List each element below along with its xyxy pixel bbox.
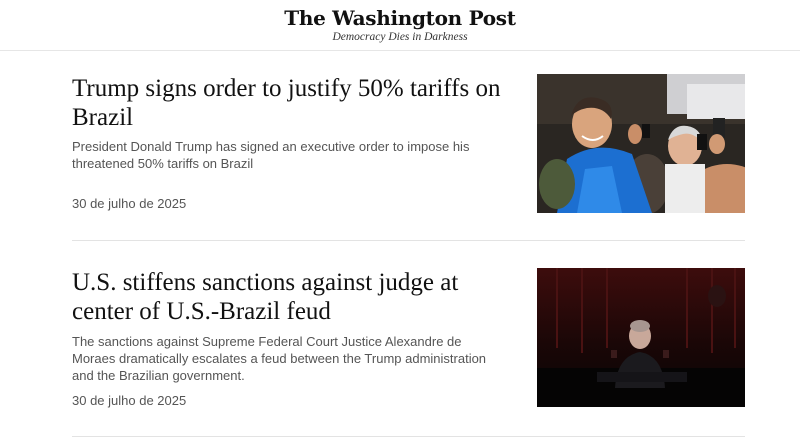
article-card: U.S. stiffens sanctions against judge at… — [72, 268, 745, 408]
article-summary: President Donald Trump has signed an exe… — [72, 139, 470, 171]
article-divider — [72, 436, 745, 437]
site-logo[interactable]: The Washington Post — [0, 5, 800, 31]
article-headline[interactable]: Trump signs order to justify 50% tariffs… — [72, 74, 517, 132]
masthead: The Washington Post Democracy Dies in Da… — [0, 0, 800, 51]
article-divider — [72, 240, 745, 241]
article-summary: The sanctions against Supreme Federal Co… — [72, 334, 487, 383]
article-date: 30 de julho de 2025 — [72, 196, 187, 211]
article-date: 30 de julho de 2025 — [72, 393, 187, 408]
judge-photo-illustration — [537, 268, 745, 407]
site-tagline: Democracy Dies in Darkness — [332, 31, 468, 43]
crowd-photo-illustration — [537, 74, 745, 213]
article-photo[interactable] — [537, 74, 745, 213]
article-photo[interactable] — [537, 268, 745, 407]
article-headline[interactable]: U.S. stiffens sanctions against judge at… — [72, 268, 517, 326]
article-card: Trump signs order to justify 50% tariffs… — [72, 74, 745, 214]
